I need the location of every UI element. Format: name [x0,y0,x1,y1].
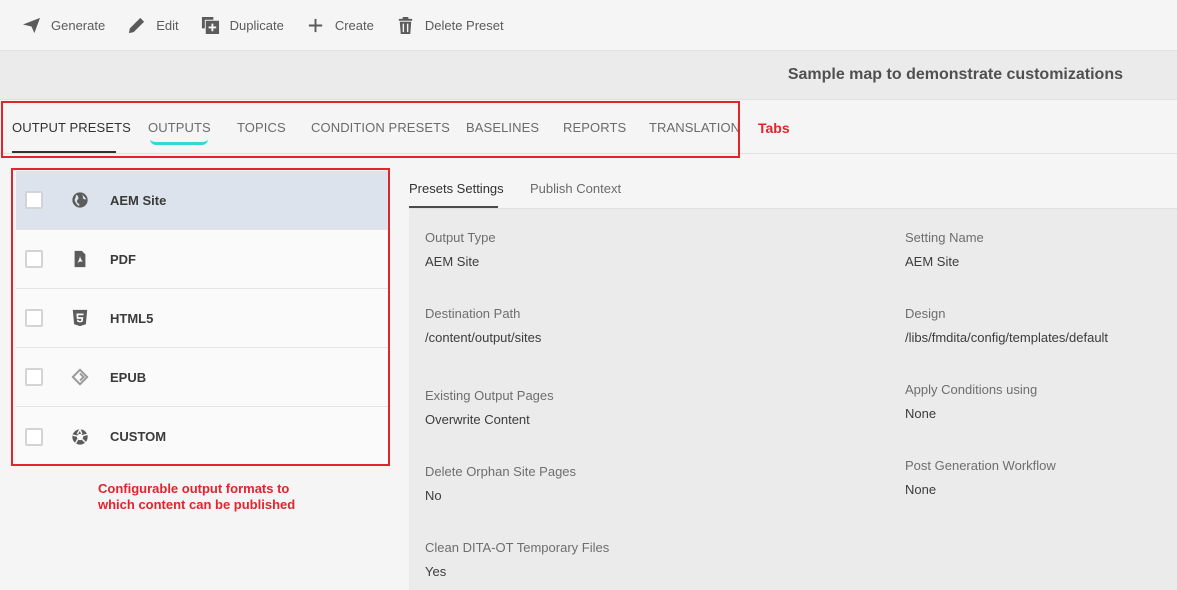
highlight-mark [150,139,208,145]
generate-label: Generate [51,17,106,33]
delete-orphan-field: Delete Orphan Site Pages No [425,464,576,503]
tab-topics[interactable]: TOPICS [237,120,286,135]
field-label: Setting Name [905,230,984,245]
list-item-label: HTML5 [110,310,154,326]
checkbox[interactable] [25,368,43,386]
field-value: Overwrite Content [425,412,530,427]
output-type-field: Output Type AEM Site [425,230,496,269]
destination-path-field: Destination Path /content/output/sites [425,306,541,345]
design-field: Design /libs/fmdita/config/templates/def… [905,306,1108,345]
pencil-icon [129,17,145,33]
tab-presets-settings[interactable]: Presets Settings [409,181,504,196]
aperture-icon [72,428,88,445]
tab-bar: OUTPUT PRESETS OUTPUTS TOPICS CONDITION … [0,100,1177,154]
clean-temp-field: Clean DITA-OT Temporary Files Yes [425,540,609,579]
active-tab-indicator [12,151,116,153]
field-value: /content/output/sites [425,330,542,345]
field-value: Yes [425,564,447,579]
delete-preset-button[interactable]: Delete Preset [396,16,504,35]
list-item-epub[interactable]: EPUB [16,348,388,407]
paper-plane-icon [22,17,41,33]
list-item-label: PDF [110,251,136,267]
field-label: Design [905,306,946,321]
active-sub-tab-indicator [409,206,498,208]
field-label: Apply Conditions using [905,382,1038,397]
field-value: /libs/fmdita/config/templates/default [905,330,1109,345]
field-label: Delete Orphan Site Pages [425,464,577,479]
field-label: Output Type [425,230,496,245]
field-label: Clean DITA-OT Temporary Files [425,540,610,555]
field-value: No [425,488,442,503]
existing-output-pages-field: Existing Output Pages Overwrite Content [425,388,554,427]
html5-icon [72,309,88,327]
post-generation-field: Post Generation Workflow None [905,458,1056,497]
tab-outputs[interactable]: OUTPUTS [148,120,211,135]
field-value: None [905,406,937,421]
tabs-annotation-label: Tabs [758,120,790,136]
apply-conditions-field: Apply Conditions using None [905,382,1037,421]
toolbar: Generate Edit Duplicate Create Delete Pr… [0,0,1177,51]
tab-publish-context[interactable]: Publish Context [530,181,621,196]
list-item-label: EPUB [110,369,147,385]
trash-icon [398,16,412,34]
tab-reports[interactable]: REPORTS [563,120,626,135]
title-bar: Sample map to demonstrate customizations [0,51,1177,100]
delete-preset-label: Delete Preset [424,17,504,33]
field-label: Post Generation Workflow [905,458,1056,473]
list-annotation-line: which content can be published [98,497,296,512]
list-item-custom[interactable]: CUSTOM [16,407,388,466]
checkbox[interactable] [25,250,43,268]
globe-icon [72,192,88,208]
duplicate-label: Duplicate [229,17,284,33]
list-item-pdf[interactable]: PDF [16,230,388,289]
field-label: Destination Path [425,306,521,321]
output-preset-list: AEM Site PDF HTML5 EPUB CUSTOM [16,171,388,466]
duplicate-button[interactable]: Duplicate [201,16,284,35]
list-annotation-label: Configurable output formats to which con… [98,481,338,513]
map-title: Sample map to demonstrate customizations [787,66,1123,83]
create-label: Create [334,17,374,33]
field-label: Existing Output Pages [425,388,554,403]
epub-icon [71,368,89,386]
field-value: AEM Site [425,254,480,269]
tab-translation[interactable]: TRANSLATION [649,120,740,135]
preset-sub-tabs: Presets Settings Publish Context [409,171,1177,209]
checkbox[interactable] [25,309,43,327]
list-item-html5[interactable]: HTML5 [16,289,388,348]
checkbox[interactable] [25,427,43,446]
list-item-label: CUSTOM [110,429,167,444]
tab-output-presets[interactable]: OUTPUT PRESETS [12,120,131,135]
list-item-aem-site[interactable]: AEM Site [16,171,388,230]
create-button[interactable]: Create [306,16,374,35]
edit-button[interactable]: Edit [127,16,179,35]
field-value: None [905,482,937,497]
field-value: AEM Site [905,254,960,269]
list-annotation-line: Configurable output formats to [98,481,290,496]
pdf-icon [74,250,86,268]
duplicate-icon [201,16,219,34]
list-item-label: AEM Site [110,192,167,208]
tab-condition-presets[interactable]: CONDITION PRESETS [311,120,450,135]
checkbox[interactable] [25,191,43,209]
generate-button[interactable]: Generate [22,16,105,35]
plus-icon [308,18,322,32]
settings-panel: Output Type AEM Site Setting Name AEM Si… [409,209,1177,590]
edit-label: Edit [156,17,179,33]
setting-name-field: Setting Name AEM Site [905,230,984,269]
tab-baselines[interactable]: BASELINES [466,120,539,135]
